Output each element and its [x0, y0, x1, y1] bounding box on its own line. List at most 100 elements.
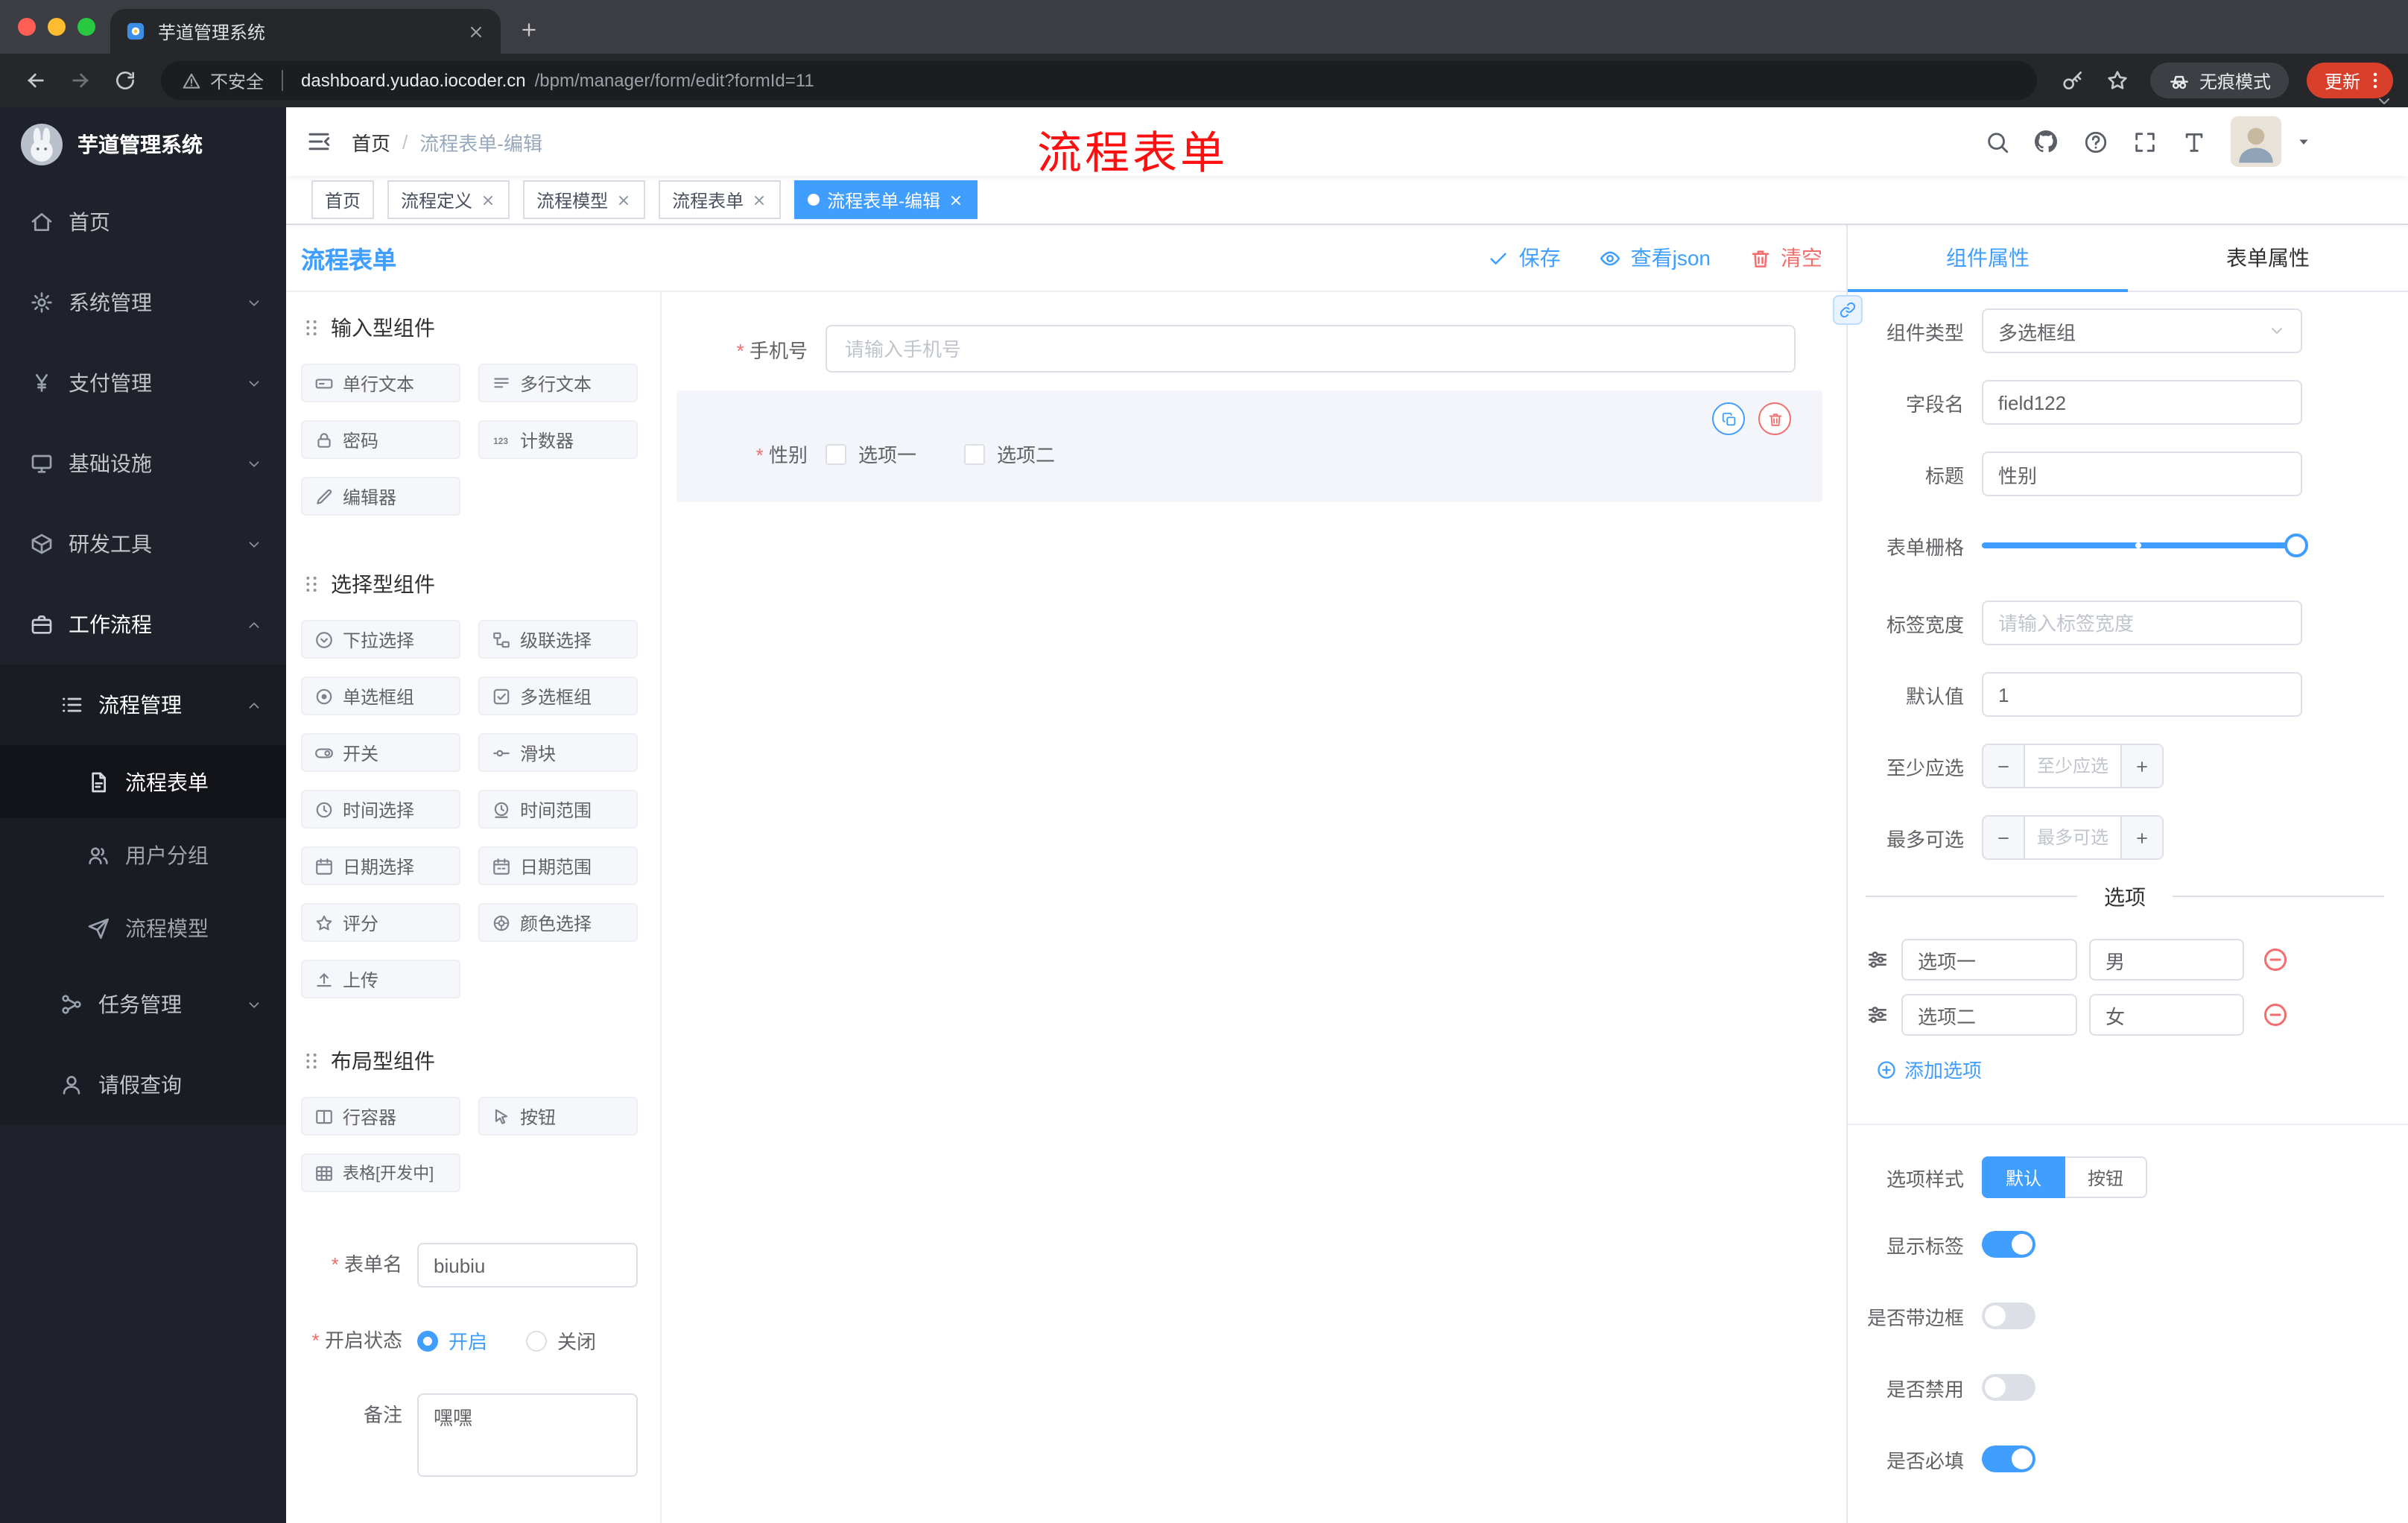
sidebar-item-payment[interactable]: 支付管理	[0, 343, 286, 423]
palette-item-row-container[interactable]: 行容器	[301, 1097, 460, 1136]
palette-item-single-line[interactable]: 单行文本	[301, 364, 460, 402]
slider-handle[interactable]	[2284, 533, 2308, 557]
sidebar-item-process-management[interactable]: 流程管理	[0, 665, 286, 745]
drag-handle-icon[interactable]	[1866, 1003, 1889, 1027]
canvas-field-gender-selected[interactable]: 性别 选项一 选项二	[677, 390, 1822, 502]
tab-form-props[interactable]: 表单属性	[2128, 225, 2408, 291]
field-name-input[interactable]	[1982, 380, 2302, 425]
browser-tab[interactable]: 芋道管理系统	[110, 9, 501, 54]
sidebar-item-devtools[interactable]: 研发工具	[0, 504, 286, 584]
github-button[interactable]	[2028, 124, 2064, 159]
sidebar-item-leave-query[interactable]: 请假查询	[0, 1045, 286, 1125]
add-option-button[interactable]: 添加选项	[1876, 1055, 2384, 1083]
title-input[interactable]	[1982, 452, 2302, 496]
tag-home[interactable]: 首页	[311, 180, 375, 219]
sidebar-toggle-button[interactable]	[286, 107, 352, 176]
user-avatar[interactable]	[2231, 116, 2281, 167]
close-icon[interactable]	[751, 191, 767, 208]
bookmark-button[interactable]	[2097, 60, 2138, 101]
tag-process-definition[interactable]: 流程定义	[387, 180, 510, 219]
palette-item-editor[interactable]: 编辑器	[301, 477, 460, 516]
tag-process-model[interactable]: 流程模型	[523, 180, 646, 219]
tab-component-props[interactable]: 组件属性	[1848, 225, 2128, 292]
stepper-increase-button[interactable]	[2120, 745, 2162, 787]
close-icon[interactable]	[480, 191, 496, 208]
window-minimize-button[interactable]	[48, 18, 66, 36]
palette-item-cascader[interactable]: 级联选择	[478, 620, 638, 659]
sidebar-item-infra[interactable]: 基础设施	[0, 423, 286, 504]
palette-item-time-range[interactable]: 时间范围	[478, 790, 638, 829]
sidebar-logo[interactable]: 芋道管理系统	[0, 107, 286, 182]
form-remark-textarea[interactable]: 嘿嘿	[417, 1393, 638, 1477]
stepper-decrease-button[interactable]	[1983, 817, 2025, 858]
palette-item-rate[interactable]: 评分	[301, 903, 460, 942]
link-chip-button[interactable]	[1833, 295, 1863, 325]
sidebar-item-process-model[interactable]: 流程模型	[0, 891, 286, 964]
delete-field-button[interactable]	[1758, 402, 1791, 435]
window-close-button[interactable]	[18, 18, 36, 36]
drag-handle-icon[interactable]	[1866, 948, 1889, 972]
palette-item-password[interactable]: 密码	[301, 420, 460, 459]
tag-process-form-edit[interactable]: 流程表单-编辑	[794, 180, 978, 219]
gender-option-1-checkbox[interactable]: 选项一	[826, 440, 916, 468]
palette-item-upload[interactable]: 上传	[301, 960, 460, 998]
back-button[interactable]	[15, 60, 57, 101]
forward-button[interactable]	[60, 60, 101, 101]
palette-item-table[interactable]: 表格[开发中]	[301, 1153, 460, 1192]
show-label-switch[interactable]	[1982, 1231, 2035, 1258]
sidebar-item-system[interactable]: 系统管理	[0, 262, 286, 343]
component-type-select[interactable]: 多选框组	[1982, 308, 2302, 353]
option-2-name-input[interactable]	[1901, 994, 2077, 1036]
breadcrumb-home[interactable]: 首页	[352, 127, 390, 156]
address-bar[interactable]: 不安全 dashboard.yudao.iocoder.cn /bpm/mana…	[161, 61, 2037, 100]
phone-input[interactable]	[826, 325, 1796, 373]
palette-item-slider[interactable]: 滑块	[478, 733, 638, 772]
disabled-switch[interactable]	[1982, 1374, 2035, 1401]
security-label[interactable]: 不安全	[210, 68, 264, 93]
caret-down-icon[interactable]	[2295, 133, 2313, 151]
sidebar-item-process-form[interactable]: 流程表单	[0, 745, 286, 818]
reload-button[interactable]	[104, 60, 146, 101]
style-button-button[interactable]: 按钮	[2065, 1156, 2148, 1198]
clear-button[interactable]: 清空	[1749, 243, 1822, 273]
required-switch[interactable]	[1982, 1446, 2035, 1472]
stepper-increase-button[interactable]	[2120, 817, 2162, 858]
option-1-value-input[interactable]	[2089, 939, 2244, 981]
min-select-input[interactable]	[2025, 745, 2120, 787]
palette-item-checkbox-group[interactable]: 多选框组	[478, 677, 638, 715]
palette-item-button[interactable]: 按钮	[478, 1097, 638, 1136]
sidebar-item-home[interactable]: 首页	[0, 182, 286, 262]
save-button[interactable]: 保存	[1488, 243, 1561, 273]
font-size-button[interactable]	[2176, 124, 2211, 159]
incognito-badge[interactable]: 无痕模式	[2149, 63, 2289, 98]
palette-item-textarea[interactable]: 多行文本	[478, 364, 638, 402]
fullscreen-button[interactable]	[2126, 124, 2162, 159]
duplicate-field-button[interactable]	[1712, 402, 1745, 435]
header-search-button[interactable]	[1979, 124, 2015, 159]
remove-option-icon[interactable]	[2262, 1001, 2289, 1028]
chrome-dropdown-chevron-icon[interactable]	[2375, 92, 2393, 110]
status-on-radio[interactable]: 开启	[417, 1326, 487, 1355]
tab-close-icon[interactable]	[466, 22, 486, 41]
palette-item-time-picker[interactable]: 时间选择	[301, 790, 460, 829]
new-tab-button[interactable]	[510, 10, 548, 49]
view-json-button[interactable]: 查看json	[1600, 243, 1711, 273]
sidebar-item-task-management[interactable]: 任务管理	[0, 964, 286, 1045]
window-zoom-button[interactable]	[77, 18, 95, 36]
help-button[interactable]	[2077, 124, 2113, 159]
palette-item-date-picker[interactable]: 日期选择	[301, 846, 460, 885]
label-width-input[interactable]	[1982, 601, 2302, 645]
remove-option-icon[interactable]	[2262, 946, 2289, 973]
canvas-field-phone[interactable]: 手机号	[677, 325, 1822, 373]
style-default-button[interactable]: 默认	[1982, 1156, 2066, 1198]
max-select-input[interactable]	[2025, 817, 2120, 858]
palette-item-switch[interactable]: 开关	[301, 733, 460, 772]
sidebar-item-workflow[interactable]: 工作流程	[0, 584, 286, 665]
option-2-value-input[interactable]	[2089, 994, 2244, 1036]
stepper-decrease-button[interactable]	[1983, 745, 2025, 787]
option-1-name-input[interactable]	[1901, 939, 2077, 981]
gender-option-2-checkbox[interactable]: 选项二	[964, 440, 1055, 468]
grid-slider[interactable]	[1982, 523, 2308, 568]
palette-item-date-range[interactable]: 日期范围	[478, 846, 638, 885]
kebab-menu-icon[interactable]	[2365, 70, 2386, 91]
